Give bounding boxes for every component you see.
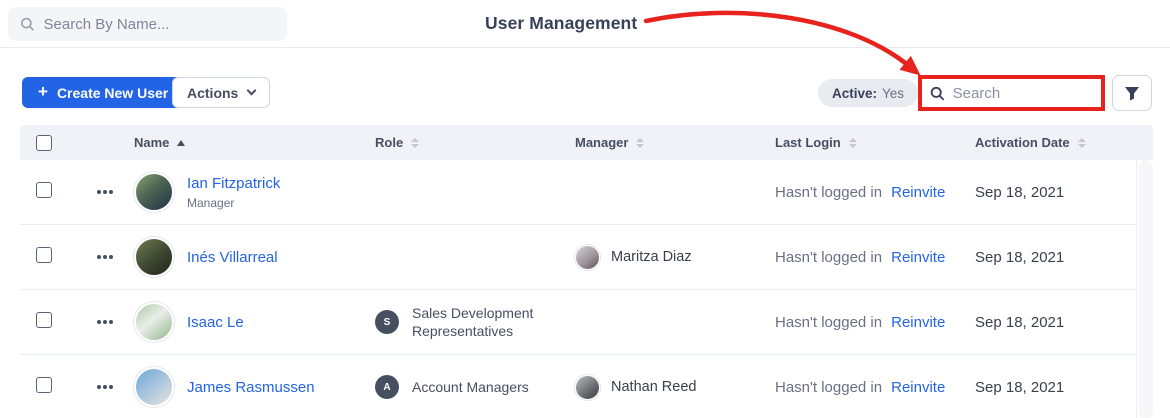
topbar-search[interactable] — [8, 7, 287, 41]
role-badge: S — [375, 310, 399, 334]
column-header-name[interactable]: Name — [134, 135, 375, 150]
role-label: Sales Development Representatives — [412, 304, 534, 339]
filter-button[interactable] — [1112, 75, 1152, 111]
manager-avatar — [575, 244, 600, 270]
role-label: Account Managers — [412, 378, 529, 395]
active-filter-label: Active: — [832, 85, 878, 101]
sort-both-icon — [1077, 137, 1086, 148]
reinvite-link[interactable]: Reinvite — [891, 249, 945, 266]
table-row: Inés Villarreal Maritza Diaz Hasn't logg… — [20, 225, 1136, 290]
role-cell: A Account Managers — [375, 375, 575, 399]
sort-asc-icon — [177, 139, 186, 146]
active-filter-value: Yes — [882, 85, 905, 101]
last-login-text: Hasn't logged in — [775, 378, 883, 396]
table-header-row: Name Role Manager Last Login Activation … — [20, 125, 1153, 160]
manager-name: Maritza Diaz — [611, 249, 692, 265]
actions-button[interactable]: Actions — [172, 77, 271, 108]
search-by-name-input[interactable] — [43, 15, 275, 33]
select-all-checkbox[interactable] — [36, 134, 52, 151]
chevron-down-icon — [246, 85, 257, 96]
table-row: James Rasmussen A Account Managers Natha… — [20, 355, 1136, 418]
user-subtitle: Manager — [187, 195, 235, 210]
plus-icon: + — [38, 82, 48, 101]
avatar — [134, 172, 174, 212]
funnel-icon — [1125, 86, 1139, 100]
column-header-role[interactable]: Role — [375, 135, 575, 150]
users-table: Name Role Manager Last Login Activation … — [20, 125, 1153, 418]
table-search-box-highlighted[interactable] — [918, 75, 1105, 111]
sort-both-icon — [411, 137, 420, 148]
user-name-link[interactable]: Isaac Le — [187, 314, 244, 331]
last-login-text: Hasn't logged in — [775, 183, 883, 201]
table-body: Ian Fitzpatrick Manager Hasn't logged in… — [20, 160, 1137, 418]
row-checkbox[interactable] — [36, 376, 52, 393]
ellipsis-icon[interactable] — [103, 190, 107, 194]
manager-cell: Maritza Diaz — [575, 244, 775, 270]
ellipsis-icon[interactable] — [103, 385, 107, 389]
row-checkbox[interactable] — [36, 246, 52, 263]
column-header-manager[interactable]: Manager — [575, 135, 775, 150]
vertical-scrollbar[interactable] — [1139, 160, 1153, 418]
reinvite-link[interactable]: Reinvite — [891, 314, 945, 331]
row-checkbox[interactable] — [36, 181, 52, 198]
table-row: Ian Fitzpatrick Manager Hasn't logged in… — [20, 160, 1136, 225]
role-badge: A — [375, 375, 399, 399]
search-icon — [20, 17, 34, 31]
search-icon — [930, 86, 945, 100]
column-header-last-login[interactable]: Last Login — [775, 135, 967, 150]
last-login-text: Hasn't logged in — [775, 313, 883, 331]
user-name-link[interactable]: James Rasmussen — [187, 379, 315, 396]
create-new-user-button[interactable]: + Create New User — [22, 77, 185, 108]
avatar — [134, 302, 174, 342]
ellipsis-icon[interactable] — [103, 255, 107, 259]
activation-date: Sep 18, 2021 — [975, 248, 1065, 266]
row-checkbox[interactable] — [36, 311, 52, 328]
manager-avatar — [575, 374, 600, 400]
column-header-activation-date[interactable]: Activation Date — [967, 135, 1153, 150]
ellipsis-icon[interactable] — [103, 320, 107, 324]
reinvite-link[interactable]: Reinvite — [891, 379, 945, 396]
active-filter-badge[interactable]: Active: Yes — [818, 79, 919, 107]
reinvite-link[interactable]: Reinvite — [891, 184, 945, 201]
sort-both-icon — [636, 137, 645, 148]
avatar — [134, 367, 174, 407]
role-cell: S Sales Development Representatives — [375, 304, 575, 340]
last-login-text: Hasn't logged in — [775, 248, 883, 266]
user-management-page: User Management + Create New User Action… — [0, 0, 1170, 418]
page-title: User Management — [485, 13, 638, 33]
sort-both-icon — [848, 137, 857, 148]
user-name-link[interactable]: Inés Villarreal — [187, 249, 278, 266]
table-row: Isaac Le S Sales Development Representat… — [20, 290, 1136, 355]
avatar — [134, 237, 174, 277]
activation-date: Sep 18, 2021 — [975, 378, 1065, 396]
activation-date: Sep 18, 2021 — [975, 183, 1065, 201]
user-name-link[interactable]: Ian Fitzpatrick — [187, 175, 280, 192]
manager-cell: Nathan Reed — [575, 374, 775, 400]
activation-date: Sep 18, 2021 — [975, 313, 1065, 331]
select-all-cell — [20, 134, 76, 151]
actions-label: Actions — [187, 84, 239, 101]
manager-name: Nathan Reed — [611, 379, 697, 395]
table-search-input[interactable] — [952, 84, 1093, 102]
create-new-user-label: Create New User — [56, 84, 169, 101]
